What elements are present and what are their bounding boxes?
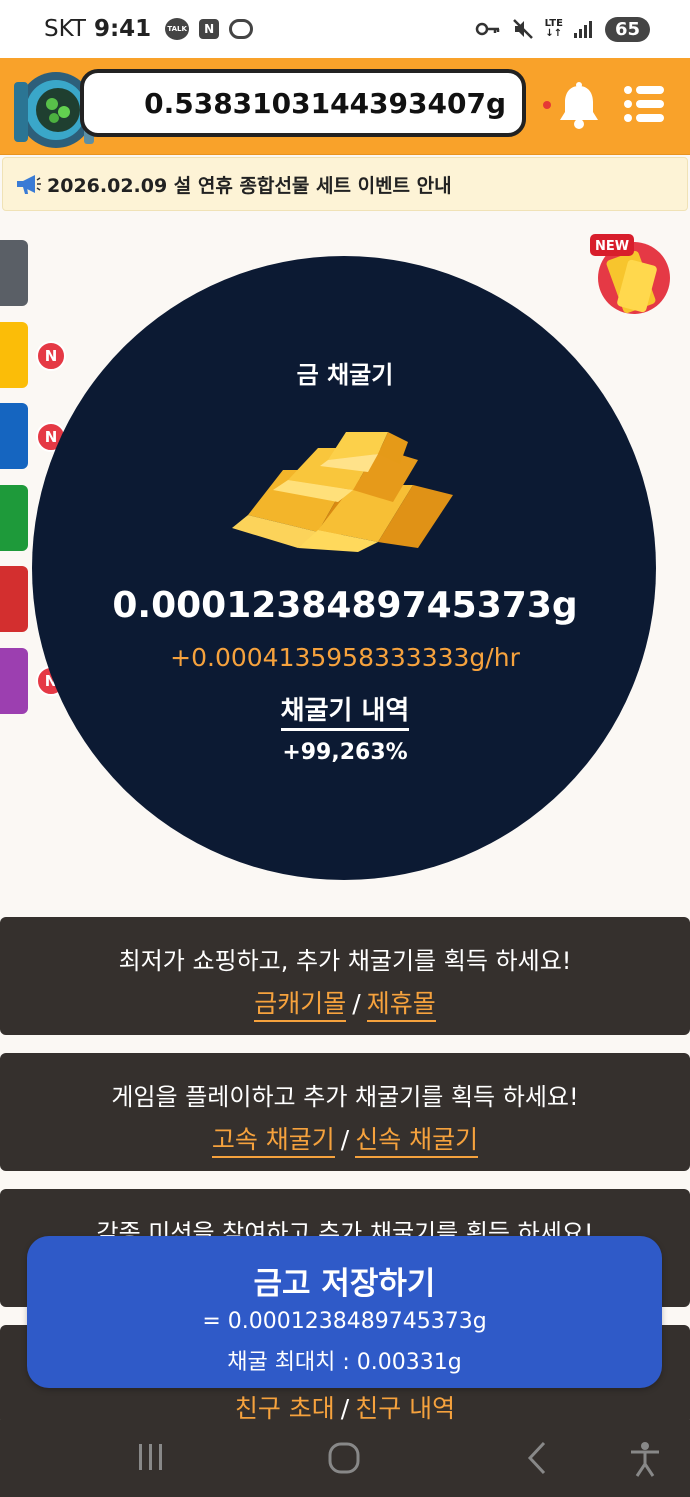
signal-icon bbox=[573, 21, 592, 38]
android-nav-bar bbox=[0, 1420, 690, 1497]
notification-dot bbox=[543, 101, 551, 109]
miner-history-link[interactable]: 채굴기 내역 bbox=[0, 690, 690, 731]
battery-indicator: 65 bbox=[604, 16, 650, 42]
app-header: 0.5383103144393407g bbox=[0, 58, 690, 155]
promo-text: 게임을 플레이하고 추가 채굴기를 획득 하세요! bbox=[111, 1083, 579, 1111]
key-icon bbox=[475, 22, 499, 36]
clock: 9:41 bbox=[93, 16, 152, 42]
side-tab-1[interactable] bbox=[0, 240, 28, 306]
save-button-amount: = 0.0001238489745373g bbox=[202, 1309, 487, 1334]
status-bar: SKT 9:41 TALK N LTE ↓↑ 65 bbox=[0, 0, 690, 58]
bell-icon[interactable] bbox=[556, 82, 602, 130]
save-button-title: 금고 저장하기 bbox=[253, 1266, 436, 1302]
gold-bars-icon bbox=[232, 432, 453, 552]
carrier-label: SKT bbox=[44, 16, 86, 42]
megaphone-icon bbox=[17, 175, 41, 194]
back-icon[interactable] bbox=[522, 1440, 552, 1476]
side-tab-3[interactable] bbox=[0, 403, 28, 469]
save-to-vault-button[interactable]: 금고 저장하기 = 0.0001238489745373g 채굴 최대치 : 0… bbox=[27, 1236, 662, 1388]
notice-text: 2026.02.09 설 연휴 종합선물 세트 이벤트 안내 bbox=[47, 174, 452, 197]
promo-separator: / bbox=[340, 1394, 350, 1423]
recent-apps-icon[interactable] bbox=[134, 1440, 168, 1474]
promo-link-partner-mall[interactable]: 제휴몰 bbox=[366, 989, 436, 1022]
promo-link-fast-miner[interactable]: 고속 채굴기 bbox=[211, 1125, 335, 1158]
save-button-max: 채굴 최대치 : 0.00331g bbox=[227, 1350, 462, 1375]
miner-percent: +99,263% bbox=[282, 740, 408, 765]
promo-card-shopping: 최저가 쇼핑하고, 추가 채굴기를 획득 하세요! 금캐기몰 / 제휴몰 bbox=[0, 917, 690, 1035]
miner-history-label[interactable]: 채굴기 내역 bbox=[280, 696, 410, 731]
app-notification-icon bbox=[229, 19, 254, 39]
notice-banner[interactable]: 2026.02.09 설 연휴 종합선물 세트 이벤트 안내 bbox=[2, 157, 688, 211]
promo-text: 최저가 쇼핑하고, 추가 채굴기를 획득 하세요! bbox=[118, 947, 572, 975]
home-icon[interactable] bbox=[326, 1440, 362, 1476]
promo-card-game: 게임을 플레이하고 추가 채굴기를 획득 하세요! 고속 채굴기 / 신속 채굴기 bbox=[0, 1053, 690, 1171]
promo-link-rapid-miner[interactable]: 신속 채굴기 bbox=[355, 1125, 479, 1158]
new-label: NEW bbox=[595, 239, 629, 254]
naver-icon: N bbox=[199, 19, 220, 39]
miner-title: 금 채굴기 bbox=[296, 361, 394, 389]
new-gift-icon[interactable]: NEW bbox=[588, 232, 672, 316]
promo-separator: / bbox=[352, 989, 361, 1018]
promo-separator: / bbox=[340, 1125, 350, 1154]
mute-icon bbox=[512, 19, 533, 39]
side-tab-4[interactable] bbox=[0, 485, 28, 551]
gold-balance: 0.5383103144393407g bbox=[80, 69, 526, 137]
promo-link-goldmall[interactable]: 금캐기몰 bbox=[254, 989, 347, 1022]
accessibility-icon[interactable] bbox=[628, 1440, 662, 1478]
lte-icon: LTE ↓↑ bbox=[544, 18, 563, 39]
mined-amount: 0.0001238489745373g bbox=[112, 585, 578, 626]
miner-circle[interactable] bbox=[32, 256, 656, 880]
mining-rate: +0.0004135958333333g/hr bbox=[170, 643, 520, 672]
kakaotalk-icon: TALK bbox=[165, 18, 190, 40]
menu-icon[interactable] bbox=[624, 84, 664, 124]
